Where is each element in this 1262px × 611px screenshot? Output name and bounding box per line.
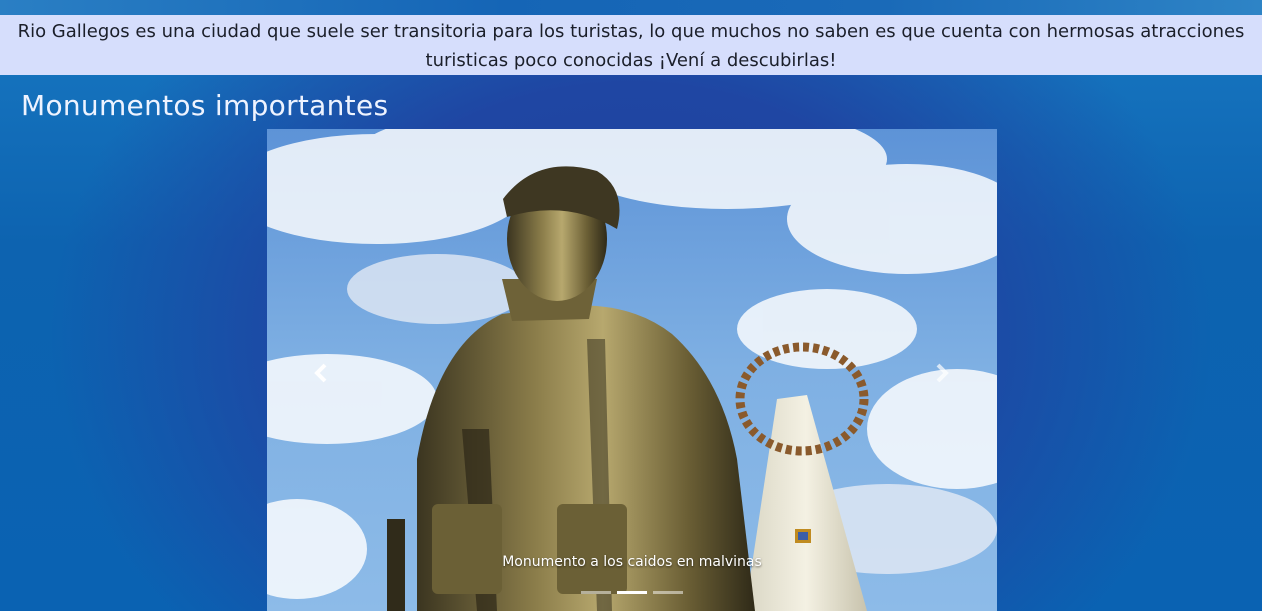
- carousel-prev-button[interactable]: [306, 355, 336, 391]
- carousel-indicator[interactable]: [617, 591, 647, 594]
- intro-banner: Rio Gallegos es una ciudad que suele ser…: [0, 15, 1262, 75]
- carousel-indicator[interactable]: [581, 591, 611, 594]
- chevron-left-icon: [314, 363, 327, 383]
- monument-carousel: [267, 129, 997, 611]
- slide-caption: Monumento a los caidos en malvinas: [502, 554, 762, 570]
- section-title: Monumentos importantes: [21, 89, 389, 122]
- intro-banner-text: Rio Gallegos es una ciudad que suele ser…: [17, 21, 1245, 71]
- carousel-indicator[interactable]: [653, 591, 683, 594]
- slide-image: [267, 129, 997, 611]
- top-strip: [0, 0, 1262, 15]
- carousel-indicators: [581, 590, 683, 596]
- chevron-right-icon: [936, 363, 949, 383]
- carousel-next-button[interactable]: [927, 355, 957, 391]
